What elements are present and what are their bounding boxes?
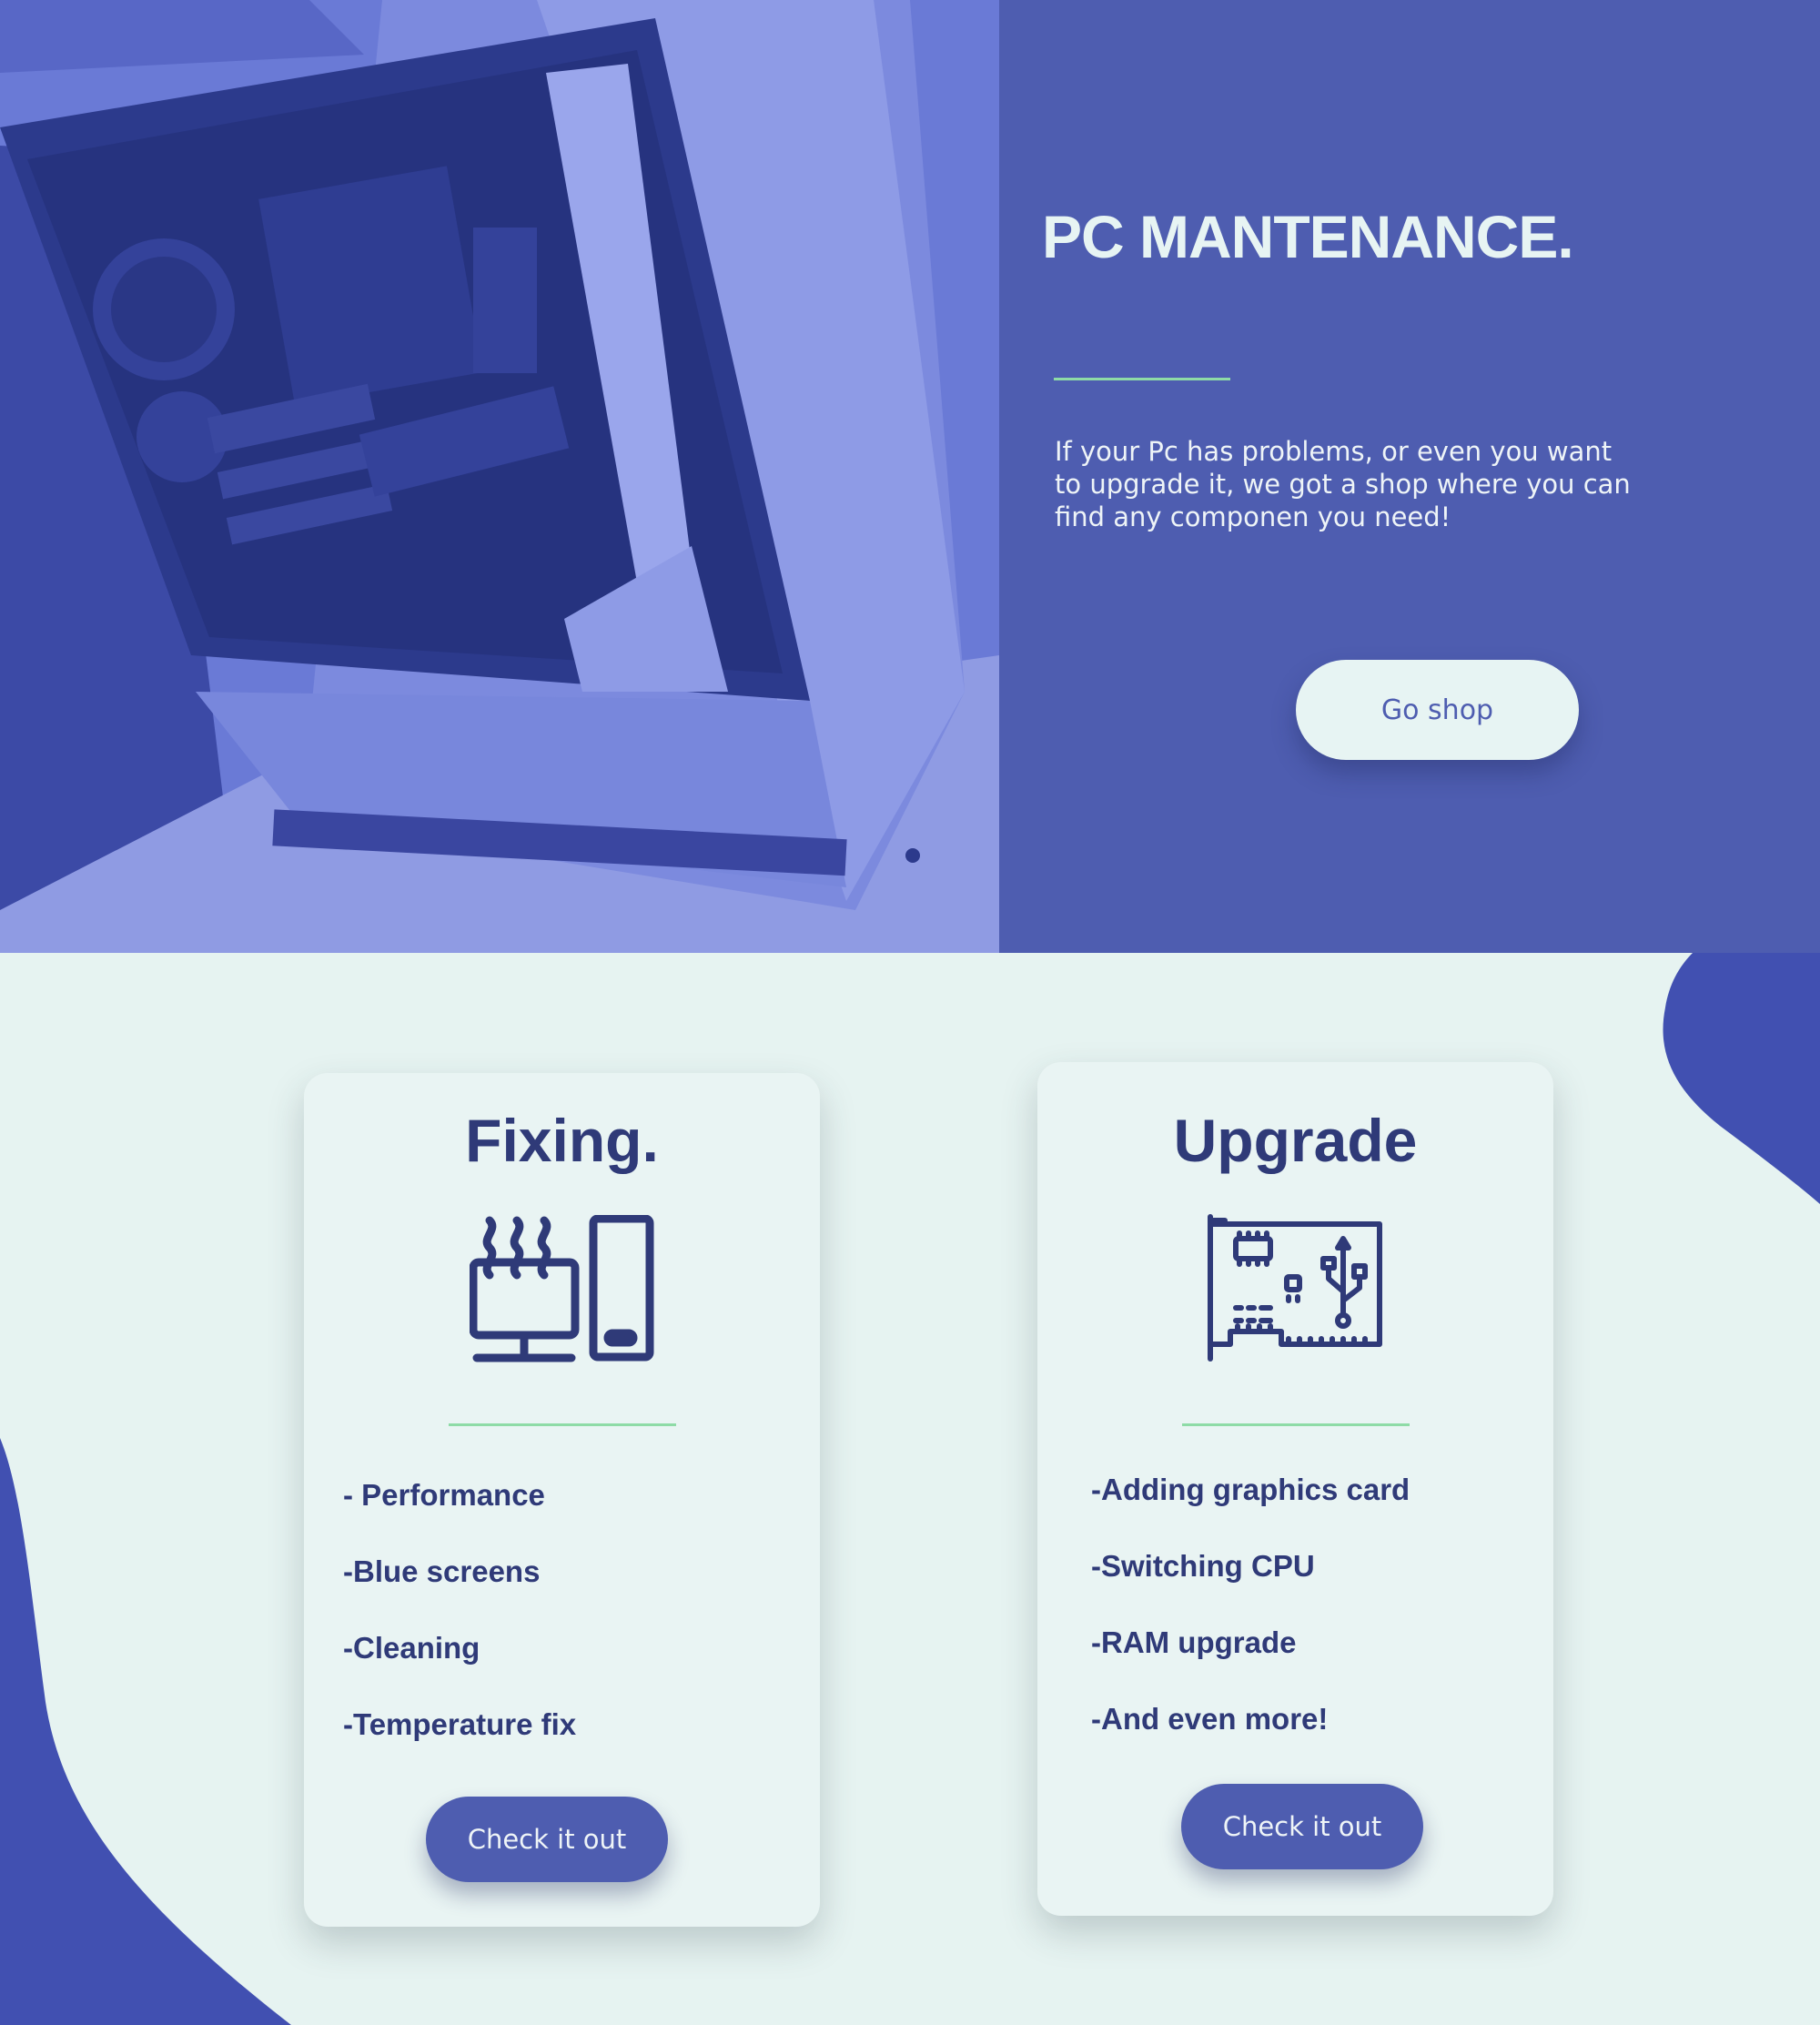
motherboard-icon xyxy=(1205,1213,1387,1367)
top-right-blob xyxy=(1663,953,1820,1204)
upgrade-check-button[interactable]: Check it out xyxy=(1181,1784,1423,1869)
page-title: PC MANTENANCE. xyxy=(1042,203,1574,270)
card-divider xyxy=(449,1423,676,1426)
list-item: -And even more! xyxy=(1091,1702,1329,1736)
list-item: - Performance xyxy=(343,1478,545,1512)
fixing-check-button[interactable]: Check it out xyxy=(426,1797,668,1882)
card-title: Fixing. xyxy=(465,1107,659,1174)
go-shop-button[interactable]: Go shop xyxy=(1296,660,1579,760)
fixing-card: Fixing. - Performance -Blue screens -Cle… xyxy=(304,1073,820,1927)
hero-section: PC MANTENANCE. If your Pc has problems, … xyxy=(0,0,1820,953)
upgrade-card: Upgrade -Adding graphics card -Switching… xyxy=(1037,1062,1553,1916)
list-item: -Adding graphics card xyxy=(1091,1473,1410,1506)
hero-description: If your Pc has problems, or even you wan… xyxy=(1055,436,1631,532)
pc-case-photo xyxy=(0,0,999,953)
list-item: -Temperature fix xyxy=(343,1707,577,1741)
list-item: -Switching CPU xyxy=(1091,1549,1315,1583)
card-title: Upgrade xyxy=(1173,1107,1418,1174)
card-divider xyxy=(1182,1423,1410,1426)
list-item: -Cleaning xyxy=(343,1631,480,1665)
bottom-left-blob xyxy=(0,1438,291,2025)
fixing-list: - Performance -Blue screens -Cleaning -T… xyxy=(343,1477,576,1783)
upgrade-list: -Adding graphics card -Switching CPU -RA… xyxy=(1091,1472,1410,1777)
list-item: -Blue screens xyxy=(343,1554,541,1588)
title-divider xyxy=(1054,378,1230,380)
list-item: -RAM upgrade xyxy=(1091,1625,1297,1659)
overheating-computer-icon xyxy=(469,1214,655,1369)
